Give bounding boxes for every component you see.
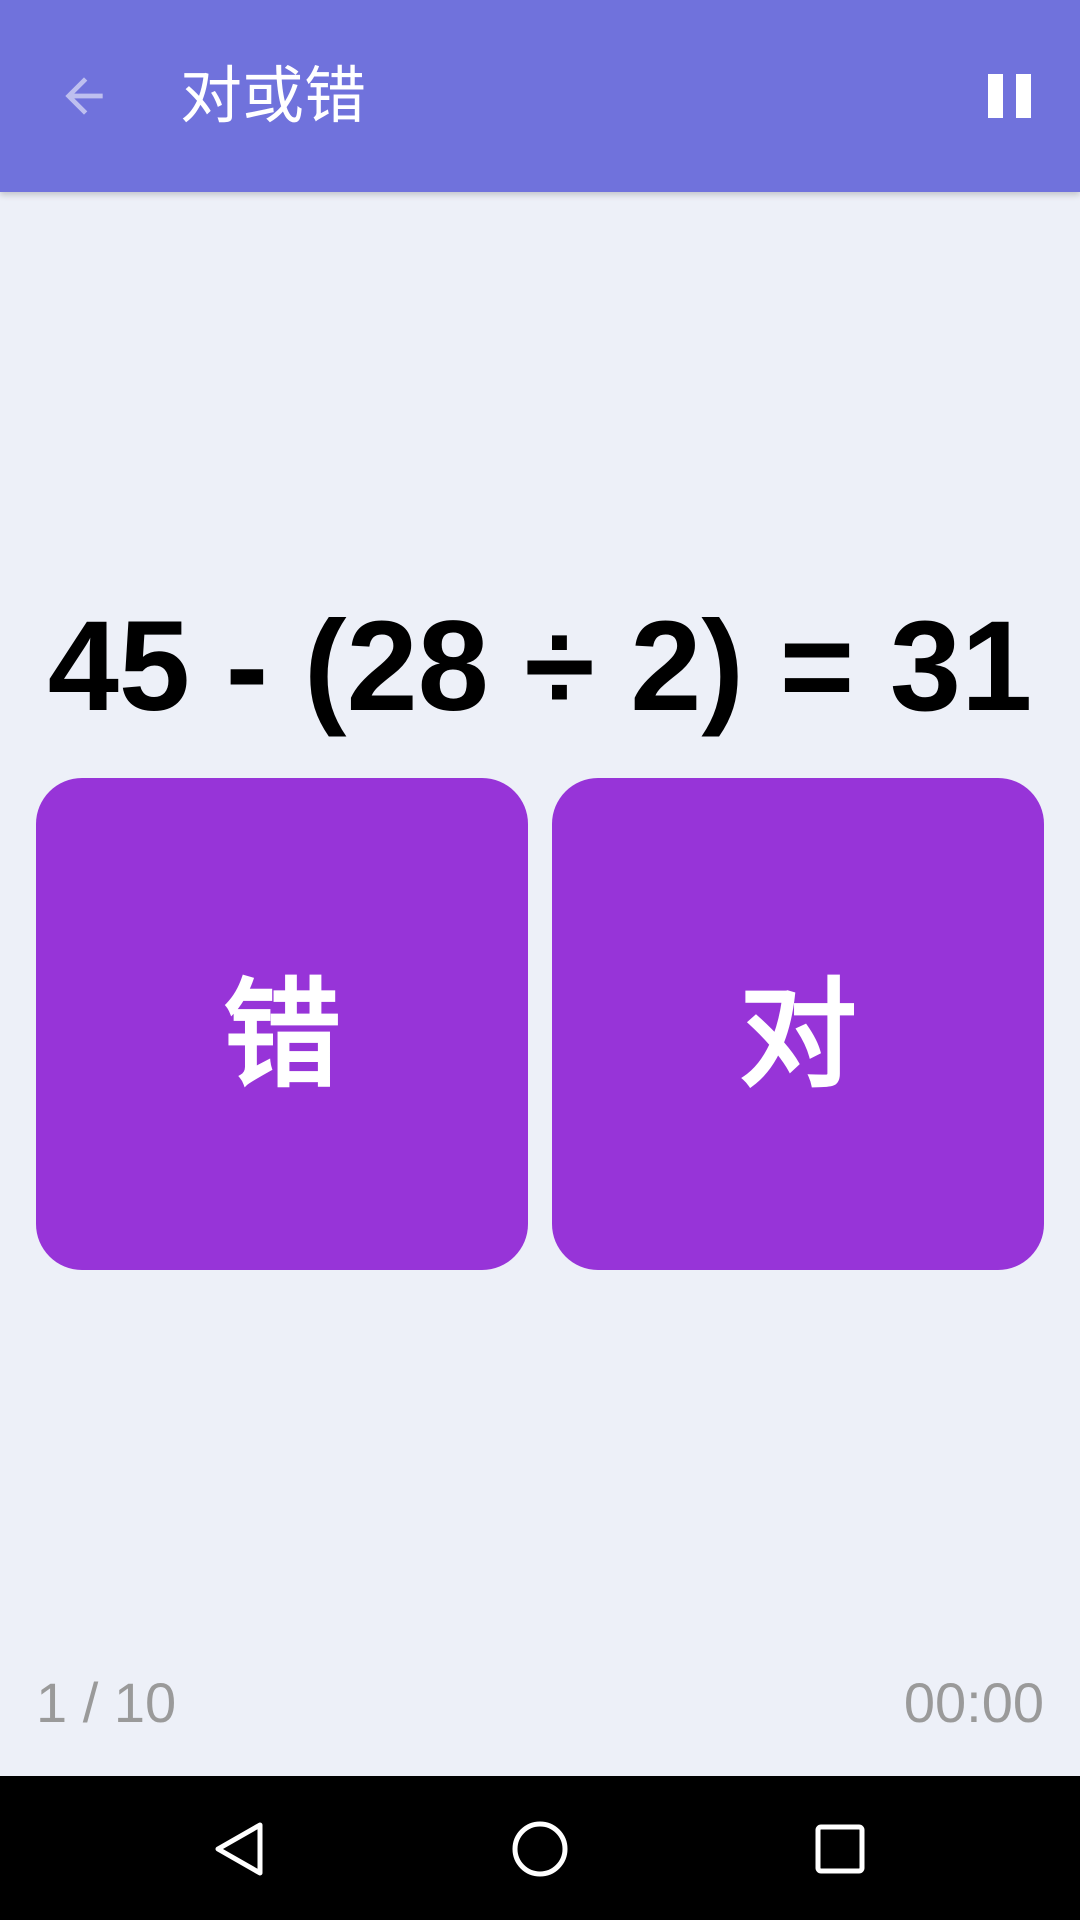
back-button[interactable] [36,50,132,142]
question-progress: 1 / 10 [36,1671,177,1734]
system-home-button[interactable] [495,1804,585,1894]
true-button-label: 对 [738,965,857,1104]
circle-home-icon [512,1821,568,1877]
elapsed-timer: 00:00 [903,1671,1044,1734]
system-back-button[interactable] [195,1804,285,1894]
triangle-back-icon [215,1822,263,1876]
arrow-back-icon [65,77,103,115]
false-button[interactable]: 错 [36,778,528,1270]
system-recents-button[interactable] [795,1804,885,1894]
system-navigation-bar [0,1776,1080,1920]
true-button[interactable]: 对 [552,778,1044,1270]
square-recents-icon [815,1824,865,1874]
page-title: 对或错 [180,59,367,132]
math-expression: 45 - (28 ÷ 2) = 31 [47,595,1033,738]
pause-icon [988,74,1031,118]
pause-button[interactable] [964,60,1056,132]
app-bar: 对或错 [0,0,1080,192]
false-button-label: 错 [222,965,341,1104]
